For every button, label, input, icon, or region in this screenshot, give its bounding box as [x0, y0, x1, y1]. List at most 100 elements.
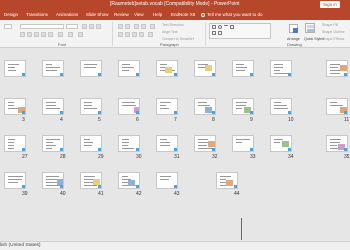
slide-thumbnail[interactable] — [270, 135, 292, 152]
numbering-icon[interactable] — [125, 24, 130, 29]
slide-thumbnail[interactable] — [4, 135, 26, 152]
tab-slide-show[interactable]: Slide Show — [86, 12, 109, 17]
change-case-icon[interactable] — [58, 32, 63, 37]
shrink-font-icon[interactable] — [89, 24, 94, 29]
slide-thumbnail[interactable] — [194, 98, 216, 115]
slide-text-line — [274, 67, 283, 68]
slide-thumbnail[interactable] — [156, 172, 178, 189]
slide-thumbnail[interactable] — [326, 98, 348, 115]
slide-thumbnail[interactable] — [4, 60, 26, 77]
slide-thumbnail[interactable] — [80, 172, 102, 189]
star-shape-icon[interactable] — [218, 31, 222, 35]
slide-thumbnail[interactable] — [194, 135, 216, 152]
text-direction-button[interactable]: Text Direction — [162, 23, 184, 27]
line-shape-icon[interactable] — [224, 25, 228, 29]
rectangle-shape-icon[interactable] — [212, 25, 216, 29]
align-left-icon[interactable] — [118, 32, 123, 37]
slide-thumbnail[interactable] — [80, 98, 102, 115]
increase-indent-icon[interactable] — [141, 24, 146, 29]
slide-thumbnail[interactable] — [232, 60, 254, 77]
quick-styles-button[interactable]: Quick Styles — [304, 37, 324, 41]
clear-format-icon[interactable] — [96, 24, 101, 29]
font-name-box[interactable] — [20, 24, 64, 29]
slide-thumbnail[interactable] — [216, 172, 238, 189]
slide-thumbnail[interactable] — [118, 135, 140, 152]
highlight-icon[interactable] — [68, 32, 73, 37]
font-color-icon[interactable] — [78, 32, 83, 37]
tab-design[interactable]: Design — [4, 12, 18, 17]
slide-text-line — [236, 105, 246, 106]
slide-thumbnail[interactable] — [118, 98, 140, 115]
convert-smartart-button[interactable]: Convert to SmartArt — [162, 37, 194, 41]
slide-thumbnail[interactable] — [118, 172, 140, 189]
slide-thumbnail[interactable] — [232, 135, 254, 152]
bullets-icon[interactable] — [118, 24, 123, 29]
decrease-indent-icon[interactable] — [134, 24, 139, 29]
slide-thumbnail[interactable] — [80, 60, 102, 77]
tab-transitions[interactable]: Transitions — [26, 12, 48, 17]
slide-thumbnail[interactable] — [42, 60, 64, 77]
align-right-icon[interactable] — [132, 32, 137, 37]
slide-thumbnail[interactable] — [326, 60, 348, 77]
slide-text-line — [236, 70, 245, 71]
underline-icon[interactable] — [34, 32, 39, 37]
slide-thumbnail[interactable] — [232, 98, 254, 115]
slide-thumbnail[interactable] — [80, 135, 102, 152]
line-spacing-icon[interactable] — [150, 24, 155, 29]
slide-thumbnail[interactable] — [4, 98, 26, 115]
slide-text-line — [236, 108, 242, 109]
align-center-icon[interactable] — [125, 32, 130, 37]
slide-text-line — [46, 145, 56, 146]
slide-sorter[interactable]: 3 4 5 6 7 8 9 10 11 27 28 29 30 31 32 33 34 35 39 40 41 42 43 4… — [0, 48, 350, 241]
sign-in-button[interactable]: Sign in — [320, 1, 340, 8]
justify-icon[interactable] — [139, 32, 144, 37]
slide-thumbnail[interactable] — [4, 172, 26, 189]
slide-thumbnail[interactable] — [118, 60, 140, 77]
slide-text-line — [84, 139, 90, 140]
quick-styles-icon[interactable] — [305, 23, 315, 33]
slide-thumbnail[interactable] — [42, 98, 64, 115]
slide-thumbnail[interactable] — [326, 135, 348, 152]
slide-thumbnail[interactable] — [270, 60, 292, 77]
columns-icon[interactable] — [148, 32, 153, 37]
tab-review[interactable]: Review — [114, 12, 129, 17]
slide-text-line — [198, 145, 207, 146]
slide-thumbnail[interactable] — [156, 60, 178, 77]
slide-text-line — [236, 139, 250, 140]
shape-outline-button[interactable]: Shape Outline — [322, 30, 345, 34]
shape-effects-button[interactable]: Shape Effects — [322, 37, 344, 41]
grow-font-icon[interactable] — [82, 24, 87, 29]
slide-text-line — [122, 64, 130, 65]
slide-image — [165, 67, 172, 73]
slide-image — [205, 65, 212, 71]
bold-icon[interactable] — [20, 32, 25, 37]
slide-thumbnail[interactable] — [270, 98, 292, 115]
tab-help[interactable]: Help — [153, 12, 162, 17]
tell-me-search[interactable]: Tell me what you want to do — [201, 12, 263, 17]
slide-text-line — [160, 102, 171, 103]
arrange-icon[interactable] — [289, 24, 298, 33]
slide-text-line — [330, 102, 337, 103]
tab-animations[interactable]: Animations — [56, 12, 78, 17]
oval-shape-icon[interactable] — [218, 25, 222, 29]
triangle-shape-icon[interactable] — [212, 31, 216, 35]
char-spacing-icon[interactable] — [48, 32, 53, 37]
slide-thumbnail[interactable] — [156, 135, 178, 152]
strikethrough-icon[interactable] — [41, 32, 46, 37]
font-size-box[interactable] — [66, 24, 78, 29]
reset-button[interactable] — [4, 24, 12, 29]
slide-text-line — [122, 176, 128, 177]
align-text-button[interactable]: Align Text — [162, 30, 178, 34]
slide-thumbnail[interactable] — [156, 98, 178, 115]
italic-icon[interactable] — [27, 32, 32, 37]
slide-thumbnail[interactable] — [194, 60, 216, 77]
language-status[interactable]: lish (United States) — [0, 243, 41, 248]
slide-thumbnail[interactable] — [42, 135, 64, 152]
arrow-shape-icon[interactable] — [230, 25, 234, 29]
arrange-button[interactable]: Arrange — [287, 37, 300, 41]
tab-view[interactable]: View — [134, 12, 144, 17]
shape-fill-button[interactable]: Shape Fill — [322, 23, 338, 27]
slide-thumbnail[interactable] — [42, 172, 64, 189]
slide-transition-marker — [60, 148, 63, 151]
tab-endnote[interactable]: EndNote X8 — [171, 12, 195, 17]
